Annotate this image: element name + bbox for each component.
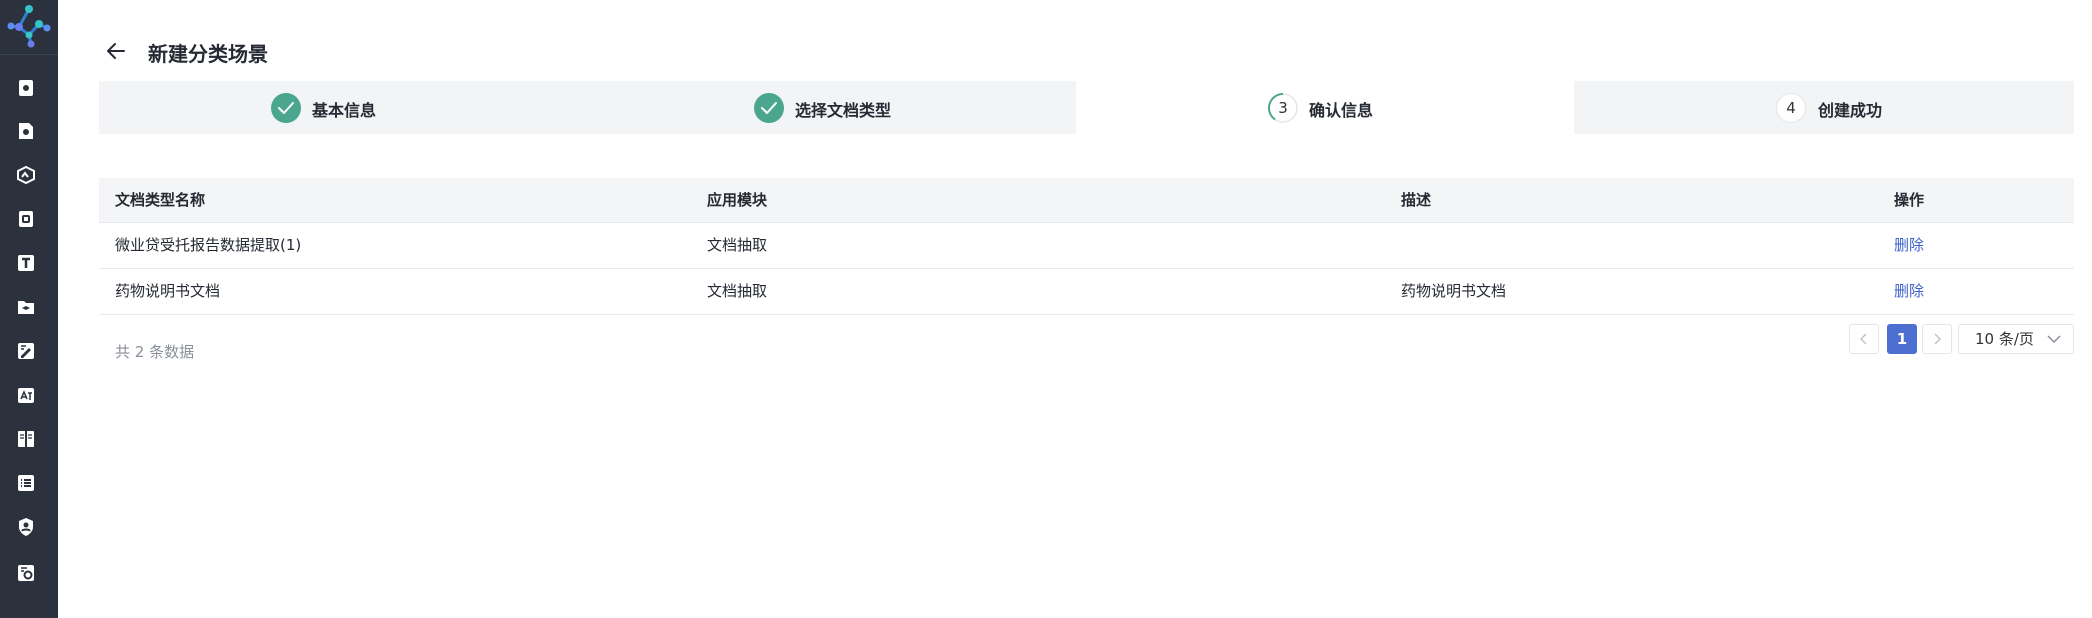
cell-desc: 药物说明书文档 <box>1401 282 1507 300</box>
page-size-select[interactable]: 10 条/页 <box>1958 324 2074 354</box>
prev-page-button[interactable] <box>1849 324 1879 354</box>
step-progress-ring-icon: 3 <box>1268 93 1298 123</box>
column-header: 文档类型名称 <box>115 191 206 209</box>
column-header: 操作 <box>1894 191 1925 209</box>
box-icon[interactable] <box>16 165 36 185</box>
cell-name: 微业贷受托报告数据提取(1) <box>115 236 302 254</box>
cell-name: 药物说明书文档 <box>115 282 221 300</box>
delete-link[interactable]: 删除 <box>1894 269 1924 314</box>
step-label: 选择文档类型 <box>795 101 892 120</box>
column-header: 描述 <box>1401 191 1432 209</box>
step-number: 4 <box>1776 93 1806 123</box>
sidebar <box>0 0 58 618</box>
page-1-button[interactable]: 1 <box>1887 324 1917 354</box>
shield-user-icon[interactable] <box>16 517 36 537</box>
step-done-check-icon <box>271 93 301 123</box>
step-done-check-icon <box>754 93 784 123</box>
folder-layers-icon[interactable] <box>16 297 36 317</box>
doc-settings-icon[interactable] <box>16 121 36 141</box>
app-logo[interactable] <box>0 0 58 55</box>
steps-bar: 基本信息 选择文档类型 3 确认信息 4 创建成功 <box>99 81 2074 134</box>
text-icon[interactable] <box>16 253 36 273</box>
table-row: 微业贷受托报告数据提取(1) 文档抽取 删除 <box>99 223 2074 269</box>
edit-doc-icon[interactable] <box>16 341 36 361</box>
table-row: 药物说明书文档 文档抽取 药物说明书文档 删除 <box>99 269 2074 315</box>
back-arrow-icon[interactable] <box>105 40 131 64</box>
doc-type-table: 文档类型名称 应用模块 描述 操作 微业贷受托报告数据提取(1) 文档抽取 删除… <box>99 178 2074 315</box>
list-icon[interactable] <box>16 473 36 493</box>
column-header: 应用模块 <box>707 191 768 209</box>
table-header-row: 文档类型名称 应用模块 描述 操作 <box>99 178 2074 223</box>
settings-doc-icon[interactable] <box>16 563 36 583</box>
translate-icon[interactable] <box>16 385 36 405</box>
step-label: 确认信息 <box>1309 101 1374 120</box>
step-select-doc-type: 选择文档类型 <box>583 81 1076 134</box>
chevron-down-icon <box>2047 335 2061 344</box>
chevron-left-icon <box>1859 333 1867 345</box>
step-label: 创建成功 <box>1818 101 1883 120</box>
step-number: 3 <box>1278 99 1288 117</box>
step-confirm-info: 3 确认信息 <box>1076 81 1574 134</box>
step-basic-info: 基本信息 <box>99 81 583 134</box>
delete-link[interactable]: 删除 <box>1894 223 1924 268</box>
next-page-button[interactable] <box>1922 324 1952 354</box>
step-label: 基本信息 <box>312 101 377 120</box>
step-created: 4 创建成功 <box>1574 81 2074 134</box>
cell-module: 文档抽取 <box>707 236 768 254</box>
total-count: 共 2 条数据 <box>115 343 195 361</box>
book-icon[interactable] <box>16 429 36 449</box>
doc-scan-icon[interactable] <box>16 78 36 98</box>
doc-check-icon[interactable] <box>16 209 36 229</box>
chevron-right-icon <box>1934 333 1942 345</box>
cell-module: 文档抽取 <box>707 282 768 300</box>
page-size-label: 10 条/页 <box>1975 330 2034 348</box>
page-title: 新建分类场景 <box>148 42 268 66</box>
